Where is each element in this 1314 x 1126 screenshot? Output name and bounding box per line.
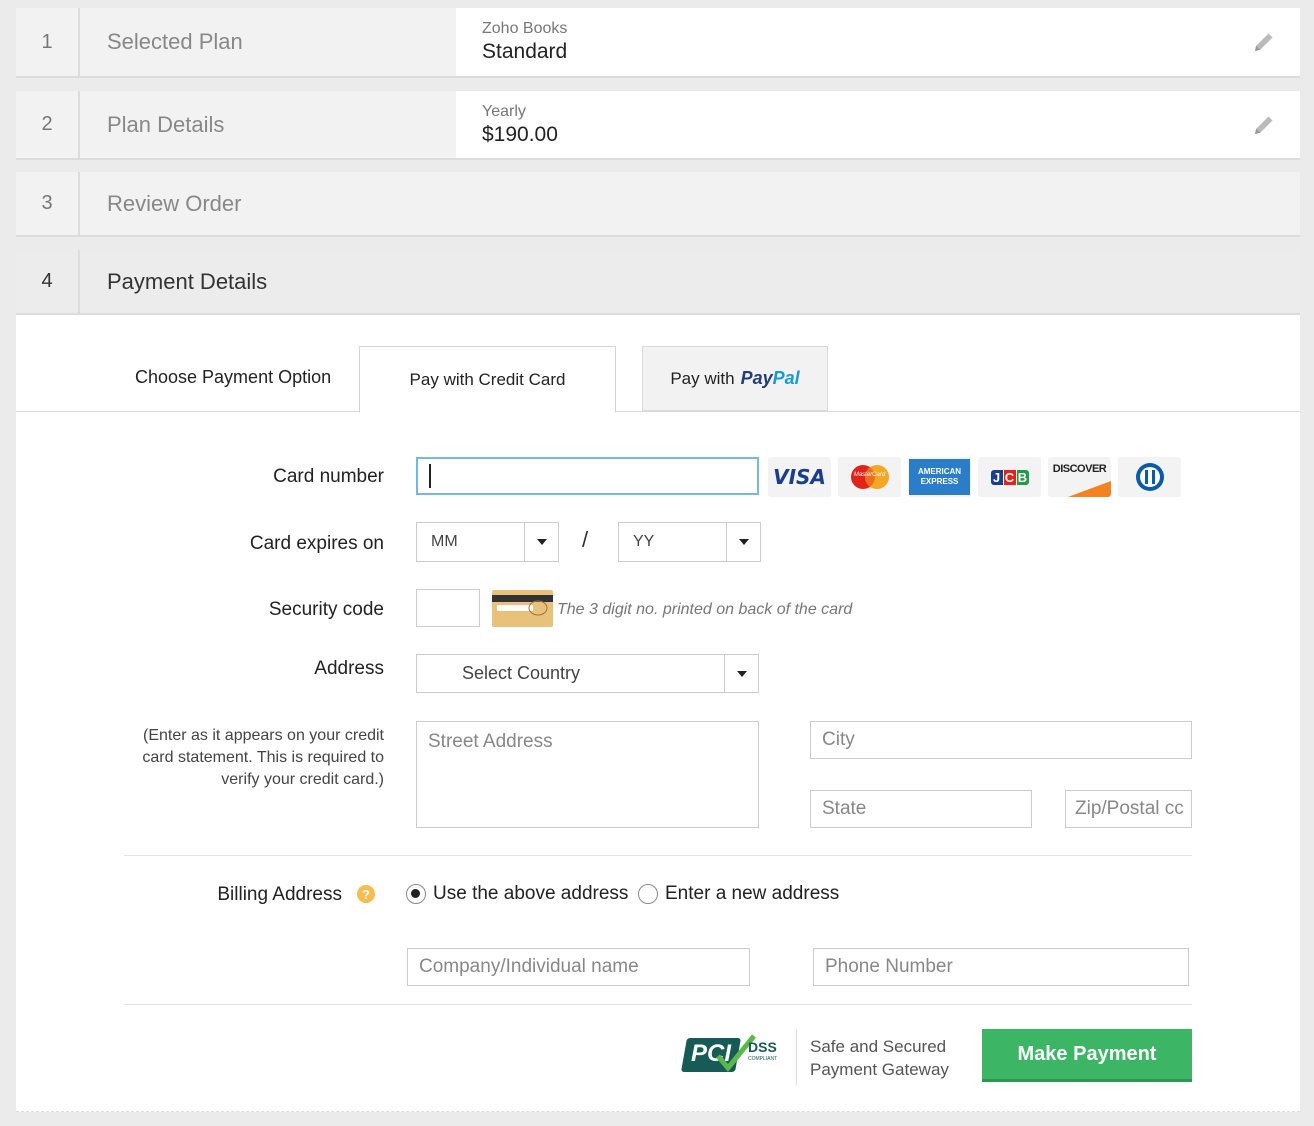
radio-enter-new-label: Enter a new address	[665, 883, 840, 904]
address-note: (Enter as it appears on your credit card…	[142, 727, 384, 788]
amex-icon: AMERICAN EXPRESS	[908, 457, 971, 497]
edit-pencil-icon[interactable]	[1252, 30, 1276, 54]
expiry-separator: /	[582, 527, 589, 552]
jcb-icon: J C B	[978, 457, 1041, 497]
city-input[interactable]: City	[810, 721, 1192, 759]
step-title: Payment Details	[107, 268, 268, 294]
step-plan-details: 2 Plan Details Yearly $190.00	[16, 91, 1300, 160]
card-brands: VISA MasterCard AMERICAN EXPRESS J C B DI…	[768, 457, 1181, 497]
tab-credit-card[interactable]: Pay with Credit Card	[359, 346, 616, 413]
zip-input[interactable]: Zip/Postal cc	[1065, 790, 1192, 828]
tabs-divider	[16, 411, 1300, 412]
choose-payment-label: Choose Payment Option	[135, 367, 332, 387]
section-divider	[124, 855, 1192, 856]
paypal-logo-pay: Pay	[740, 368, 773, 388]
street-address-input[interactable]: Street Address	[416, 721, 759, 828]
chevron-down-icon[interactable]	[726, 523, 760, 561]
card-expires-label: Card expires on	[249, 533, 384, 554]
billing-address-label: Billing Address	[217, 884, 342, 905]
address-label: Address	[314, 658, 384, 679]
mastercard-icon: MasterCard	[838, 457, 901, 497]
text-cursor	[429, 464, 431, 488]
state-input[interactable]: State	[810, 790, 1032, 828]
security-code-hint: The 3 digit no. printed on back of the c…	[557, 601, 853, 618]
pci-dss-logo: PCI DSS COMPLIANT	[681, 1030, 784, 1076]
secure-gateway-text: Safe and Secured Payment Gateway	[810, 1037, 949, 1079]
step-number: 1	[16, 8, 80, 76]
card-back-icon	[492, 590, 553, 627]
card-number-input[interactable]	[416, 457, 759, 495]
paypal-logo-pal: Pal	[772, 368, 800, 388]
country-select[interactable]: Select Country	[416, 654, 759, 693]
expiry-month-value: MM	[431, 533, 458, 550]
step-title: Plan Details	[107, 111, 225, 137]
paypal-tab-prefix: Pay with	[670, 368, 735, 388]
tab-paypal[interactable]: Pay with Pay Pal	[642, 346, 828, 411]
phone-number-input[interactable]: Phone Number	[813, 948, 1189, 986]
security-code-input[interactable]	[416, 589, 480, 627]
radio-selected-icon[interactable]	[406, 884, 426, 904]
expiry-year-value: YY	[633, 533, 655, 550]
radio-use-above-address[interactable]: Use the above address	[406, 883, 628, 905]
product-name: Zoho Books	[482, 20, 568, 37]
payment-panel: Choose Payment Option Pay with Credit Ca…	[16, 315, 1300, 1112]
step-review-order[interactable]: 3 Review Order	[16, 172, 1300, 237]
plan-price: $190.00	[482, 122, 558, 146]
step-detail: Zoho Books Standard	[456, 8, 1300, 76]
expiry-month-select[interactable]: MM	[416, 522, 559, 562]
chevron-down-icon[interactable]	[524, 523, 558, 561]
step-number: 2	[16, 91, 80, 158]
diners-icon	[1118, 457, 1181, 497]
security-code-label: Security code	[268, 599, 384, 620]
step-number: 3	[16, 172, 80, 235]
step-number: 4	[16, 250, 80, 313]
plan-name: Standard	[482, 40, 568, 63]
billing-cycle: Yearly	[482, 102, 526, 120]
card-number-label: Card number	[273, 466, 384, 487]
edit-pencil-icon[interactable]	[1252, 113, 1276, 137]
country-value: Select Country	[462, 663, 581, 683]
step-payment-details: 4 Payment Details	[16, 250, 1300, 315]
chevron-down-icon[interactable]	[724, 655, 758, 692]
section-divider	[124, 1004, 1192, 1005]
make-payment-button[interactable]: Make Payment	[982, 1029, 1192, 1082]
radio-use-above-label: Use the above address	[433, 883, 629, 904]
step-selected-plan: 1 Selected Plan Zoho Books Standard	[16, 8, 1300, 78]
step-detail: Yearly $190.00	[456, 91, 1300, 158]
help-icon[interactable]: ?	[357, 885, 375, 903]
step-title: Review Order	[107, 190, 242, 216]
step-title: Selected Plan	[107, 29, 243, 54]
company-name-input[interactable]: Company/Individual name	[407, 948, 750, 986]
radio-enter-new-address[interactable]: Enter a new address	[638, 883, 839, 905]
expiry-year-select[interactable]: YY	[618, 522, 761, 562]
discover-icon: DISCOVER	[1048, 457, 1111, 497]
visa-icon: VISA	[768, 457, 831, 497]
radio-unselected-icon[interactable]	[638, 884, 658, 904]
footer-separator	[796, 1029, 797, 1085]
